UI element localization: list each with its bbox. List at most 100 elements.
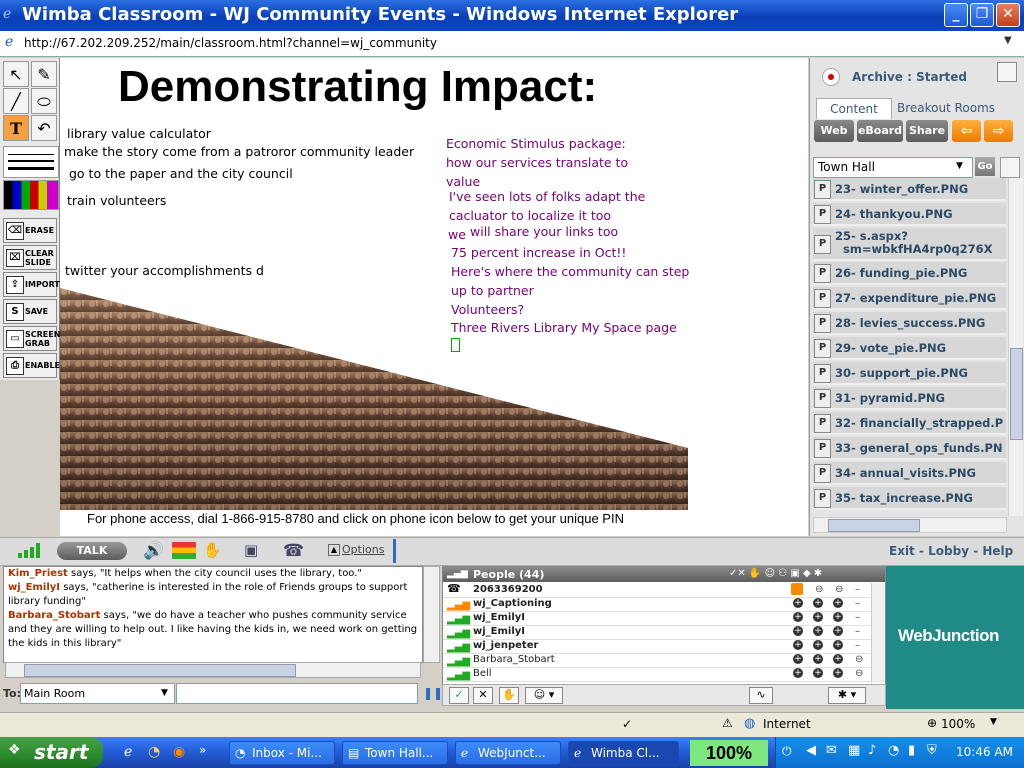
chevron-down-icon[interactable]: ▼: [956, 161, 963, 171]
screen-grab-button[interactable]: ▭ SCREEN GRAB: [3, 326, 60, 351]
address-bar[interactable]: ℯ http://67.202.209.252/main/classroom.h…: [0, 31, 1024, 57]
refresh-icon[interactable]: [1000, 157, 1020, 178]
network-icon[interactable]: ▦: [848, 743, 860, 758]
tab-breakout-rooms[interactable]: Breakout Rooms: [892, 98, 1000, 118]
list-item[interactable]: P 28- levies_success.PNG: [813, 312, 1006, 335]
chat-scrollbar[interactable]: [423, 566, 440, 663]
ellipse-tool-icon[interactable]: ⬭: [31, 88, 57, 114]
tab-content[interactable]: Content: [816, 98, 892, 119]
next-slide-button[interactable]: ⇨: [984, 120, 1013, 142]
back-icon[interactable]: ◀: [806, 743, 816, 758]
update-icon[interactable]: ◔: [888, 743, 899, 758]
people-column-icons[interactable]: ✓✕ ✋ ☺ ⚇ ▣ ◆ ✱: [729, 568, 822, 579]
pause-icon[interactable]: ❚❚: [423, 686, 443, 700]
chevron-down-icon[interactable]: ▼: [1004, 35, 1012, 46]
taskbar-item-webjunction[interactable]: ℯ WebJunct...: [455, 741, 561, 765]
line-width-selector[interactable]: [3, 146, 59, 178]
taskbar-item-inbox[interactable]: ◔ Inbox - Mi...: [229, 741, 335, 765]
taskbar-item-wimba[interactable]: ℯ Wimba Cl...: [568, 741, 679, 765]
list-item[interactable]: P 25- s.aspx? sm=wbkfHA4rp0q276X: [813, 228, 1006, 261]
taskbar-item-town-hall[interactable]: ▤ Town Hall...: [342, 741, 448, 765]
minimize-button[interactable]: _: [944, 3, 968, 27]
clock-quicklaunch-icon[interactable]: ◔: [148, 744, 160, 760]
volume-icon[interactable]: ♪: [868, 743, 876, 758]
people-panel[interactable]: ▂▄▆ People (44) ✓✕ ✋ ☺ ⚇ ▣ ◆ ✱ ☎ 20633692…: [442, 566, 886, 685]
save-button[interactable]: S SAVE: [3, 299, 57, 324]
chevron-down-icon[interactable]: ▼: [161, 688, 168, 698]
line-tool-icon[interactable]: ╱: [3, 88, 29, 114]
room-select[interactable]: Town Hall ▼: [813, 157, 973, 178]
table-row[interactable]: ☎ 2063369200 ⊖ ⊖ –: [443, 582, 873, 598]
levels-icon[interactable]: [172, 542, 196, 559]
table-row[interactable]: ▂▄▆ Barbara_Stobart + + + ⊖: [443, 653, 873, 668]
pencil-tool-icon[interactable]: ✎: [31, 61, 57, 87]
list-item[interactable]: P 23- winter_offer.PNG: [813, 178, 1006, 201]
list-item[interactable]: P 30- support_pie.PNG: [813, 362, 1006, 385]
horizontal-scrollbar[interactable]: [813, 517, 1007, 533]
list-item[interactable]: P 34- annual_visits.PNG: [813, 462, 1006, 485]
list-item[interactable]: P 27- expenditure_pie.PNG: [813, 287, 1006, 310]
web-button[interactable]: Web: [814, 120, 854, 142]
start-button[interactable]: ❖ start: [0, 737, 103, 768]
check-icon[interactable]: ✓: [449, 687, 469, 704]
list-item[interactable]: P 29- vote_pie.PNG: [813, 337, 1006, 360]
table-row[interactable]: ▂▄▆ Bell + + + ⊖: [443, 667, 873, 682]
ie-quicklaunch-icon[interactable]: ℯ: [124, 744, 132, 760]
zoom-level[interactable]: 100%: [941, 717, 975, 731]
close-button[interactable]: ✕: [996, 3, 1020, 27]
chat-input[interactable]: [176, 683, 418, 704]
security-tray-icon[interactable]: ⛨: [927, 743, 937, 758]
hand-raise-icon[interactable]: ✋: [203, 541, 222, 559]
firefox-quicklaunch-icon[interactable]: ◉: [173, 744, 185, 760]
window-title-bar[interactable]: ℯ Wimba Classroom - WJ Community Events …: [0, 0, 1024, 31]
activity-icon[interactable]: ∿: [749, 687, 773, 704]
recipient-select[interactable]: Main Room ▼: [20, 683, 175, 704]
people-scrollbar[interactable]: [871, 583, 885, 683]
maximize-button[interactable]: ❐: [970, 3, 994, 27]
erase-button[interactable]: ⌫ ERASE: [3, 218, 57, 243]
chevron-down-icon[interactable]: ▼: [990, 717, 997, 727]
speaker-icon[interactable]: 🔊: [143, 541, 164, 561]
battery-meter[interactable]: 100%: [690, 740, 768, 766]
hand-icon[interactable]: ✋: [499, 687, 519, 704]
chat-horizontal-scrollbar[interactable]: [5, 662, 421, 678]
list-item[interactable]: P 26- funding_pie.PNG: [813, 262, 1006, 285]
go-button[interactable]: Go: [975, 157, 995, 176]
more-quicklaunch-icon[interactable]: »: [199, 743, 206, 757]
slide-list-scrollbar[interactable]: [1008, 178, 1023, 516]
table-row[interactable]: ▂▄▆ wj_EmilyI + + + –: [443, 625, 873, 640]
clear-icon[interactable]: ✕: [473, 687, 493, 704]
pointer-tool-icon[interactable]: ↖: [3, 61, 29, 87]
exit-lobby-help-links[interactable]: Exit - Lobby - Help: [889, 544, 1013, 558]
url-text[interactable]: http://67.202.209.252/main/classroom.htm…: [24, 36, 437, 50]
options-link[interactable]: Options: [342, 543, 384, 556]
previous-slide-button[interactable]: ⇦: [952, 120, 981, 142]
list-item[interactable]: P 35- tax_increase.PNG: [813, 487, 1006, 510]
whiteboard-slide[interactable]: Demonstrating Impact: library value calc…: [60, 58, 808, 536]
list-item[interactable]: P 32- financially_strapped.P: [813, 412, 1006, 435]
list-item[interactable]: P 33- general_ops_funds.PN: [813, 437, 1006, 460]
zoom-icon[interactable]: ⊕: [927, 716, 937, 730]
signal-icon[interactable]: ▮: [908, 743, 915, 758]
import-button[interactable]: ⇪ IMPORT: [3, 272, 60, 297]
undo-icon[interactable]: ↶: [31, 115, 57, 141]
options-arrow-icon[interactable]: ▲: [328, 544, 340, 556]
table-row[interactable]: ▂▄▆ wj_jenpeter + + + –: [443, 639, 873, 654]
enable-button[interactable]: ⎙ ENABLE: [3, 353, 60, 378]
clock[interactable]: 10:46 AM: [956, 745, 1013, 759]
power-icon[interactable]: ⏻: [782, 744, 792, 759]
list-item[interactable]: P 31- pyramid.PNG: [813, 387, 1006, 410]
popout-icon[interactable]: [997, 62, 1017, 82]
record-icon[interactable]: [822, 68, 840, 86]
talk-button[interactable]: TALK: [57, 542, 127, 560]
mail-icon[interactable]: ✉: [826, 743, 837, 758]
chat-transcript[interactable]: Kim_Priest says, "It helps when the city…: [3, 566, 423, 663]
video-icon[interactable]: ▣: [244, 541, 258, 559]
table-row[interactable]: ▂▄▆ wj_Captioning + + + –: [443, 597, 873, 612]
clear-slide-button[interactable]: ⌧ CLEAR SLIDE: [3, 245, 57, 270]
table-row[interactable]: ▂▄▆ wj_EmilyI + + + –: [443, 611, 873, 626]
share-button[interactable]: Share: [906, 120, 948, 142]
emoticon-icon[interactable]: ☺ ▾: [525, 687, 563, 704]
eboard-button[interactable]: eBoard: [857, 120, 903, 142]
settings-icon[interactable]: ✱ ▾: [828, 687, 866, 704]
